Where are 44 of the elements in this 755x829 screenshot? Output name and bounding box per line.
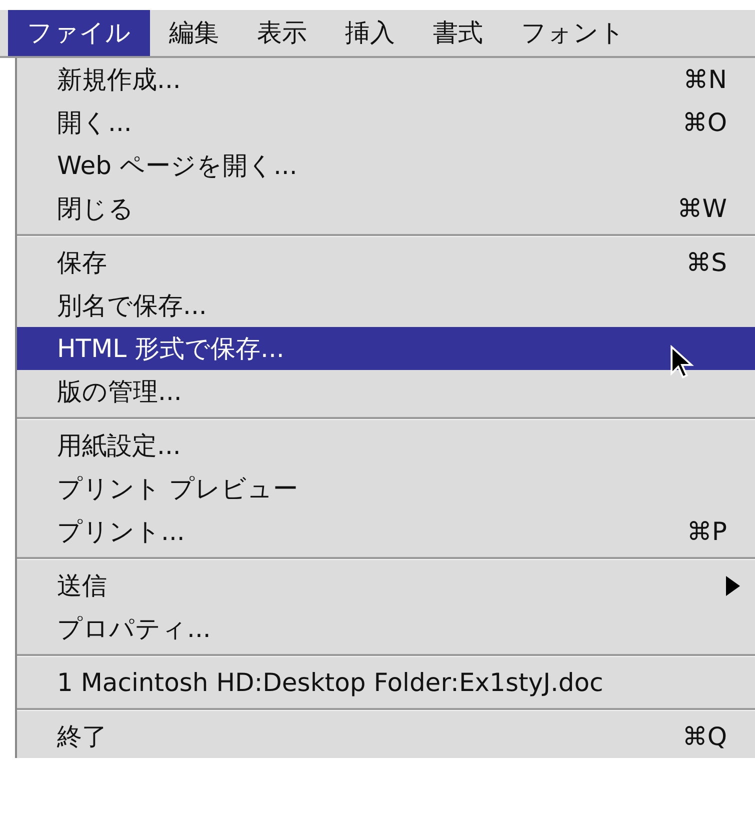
menu-title[interactable]: 編集 xyxy=(150,10,238,56)
menu-title[interactable]: 挿入 xyxy=(326,10,414,56)
menu-item[interactable]: 保存 ⌘S xyxy=(17,241,755,284)
shortcut-label: ⌘N xyxy=(683,64,727,96)
menu-title[interactable]: 表示 xyxy=(238,10,326,56)
menu-title[interactable]: 書式 xyxy=(414,10,502,56)
shortcut-label: ⌘O xyxy=(682,106,727,139)
menu-item[interactable]: HTML 形式で保存... xyxy=(17,327,755,370)
menu-item-label: 別名で保存... xyxy=(57,290,207,322)
menu-item-label: 用紙設定... xyxy=(57,430,181,462)
menu-item-label: 版の管理... xyxy=(57,376,182,408)
menu-item-label: Web ページを開く... xyxy=(57,150,298,182)
menu-item[interactable]: 版の管理... xyxy=(17,370,755,413)
menu-item[interactable]: 閉じる ⌘W xyxy=(17,187,755,230)
mouse-pointer-icon xyxy=(669,345,695,381)
menu-item-label: 開く... xyxy=(57,106,132,139)
menu-item[interactable]: Web ページを開く... xyxy=(17,144,755,187)
submenu-arrow-icon xyxy=(725,574,741,596)
menu-item[interactable]: 終了 ⌘Q xyxy=(17,715,755,758)
shortcut-label: ⌘P xyxy=(686,516,727,548)
menu-item-label: 保存 xyxy=(57,246,107,279)
menu-title[interactable]: フォント xyxy=(502,10,644,56)
menu-item[interactable]: 送信 xyxy=(17,564,755,607)
shortcut-label: ⌘S xyxy=(686,246,727,279)
menu-item-label: プリント... xyxy=(57,516,185,548)
shortcut-label: ⌘Q xyxy=(682,720,727,753)
menu-item-label: プロパティ... xyxy=(57,612,211,645)
menu-item[interactable]: プリント プレビュー xyxy=(17,467,755,510)
menu-item[interactable]: プロパティ... xyxy=(17,607,755,650)
menu-item-label: HTML 形式で保存... xyxy=(57,332,284,365)
menu-item-label: 送信 xyxy=(57,570,107,602)
menu-item[interactable]: 開く... ⌘O xyxy=(17,101,755,144)
menu-item[interactable]: 用紙設定... xyxy=(17,424,755,467)
menu-item-label: 終了 xyxy=(57,720,107,753)
shortcut-label: ⌘W xyxy=(677,192,727,225)
menu-item-label: プリント プレビュー xyxy=(57,472,298,505)
menu-item-label: 1 Macintosh HD:Desktop Folder:Ex1styJ.doc xyxy=(57,666,604,699)
menu-item-label: 閉じる xyxy=(57,192,134,225)
menu-item[interactable]: 新規作成... ⌘N xyxy=(17,58,755,101)
menu-item[interactable]: プリント... ⌘P xyxy=(17,510,755,553)
menu-title[interactable]: ファイル xyxy=(8,10,150,56)
menu-item[interactable]: 別名で保存... xyxy=(17,284,755,327)
menu-item-label: 新規作成... xyxy=(57,64,181,96)
menu-item[interactable]: 1 Macintosh HD:Desktop Folder:Ex1styJ.doc xyxy=(17,661,755,704)
